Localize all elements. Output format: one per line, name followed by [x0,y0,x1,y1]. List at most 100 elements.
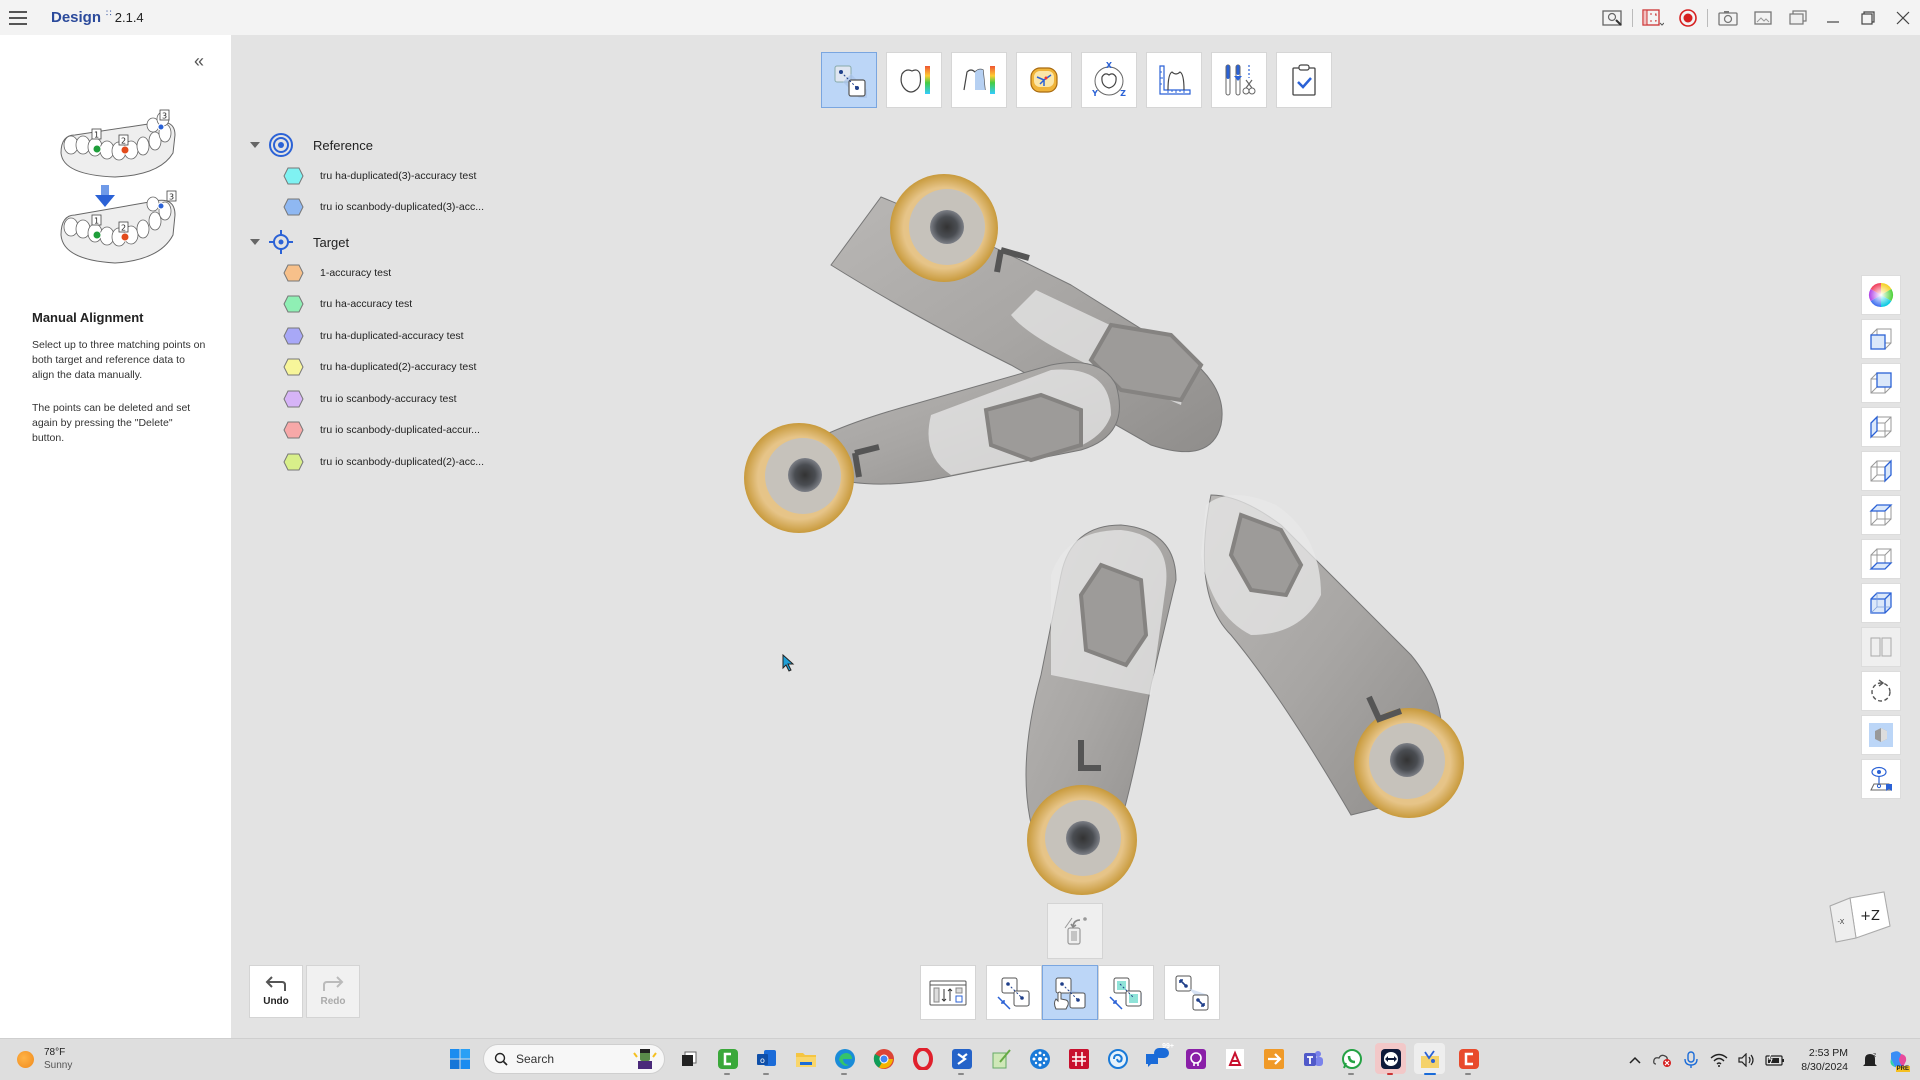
delete-trash-icon [1064,917,1087,945]
close-icon[interactable] [1885,0,1920,35]
restore-icon[interactable] [1850,0,1885,35]
notifications-bell-icon[interactable]: z [1858,1048,1882,1072]
taskbar-app-power-automate[interactable] [946,1043,977,1075]
right-view-button[interactable] [1861,451,1901,491]
taskbar-app-network[interactable] [1024,1043,1055,1074]
deviation-map-tool-button[interactable] [886,52,942,108]
color-wheel-button[interactable] [1861,275,1901,315]
taskbar-app-chrome[interactable] [868,1043,899,1074]
minimize-icon[interactable] [1815,0,1850,35]
taskbar-app-swirl[interactable] [1102,1043,1133,1074]
taskbar-app-opera[interactable] [907,1043,938,1074]
point-align-compress-button[interactable] [986,965,1042,1020]
onedrive-error-icon[interactable] [1651,1048,1675,1072]
data-list-item[interactable]: tru io scanbody-duplicated-accur... [250,415,550,447]
clock-time: 2:53 PM [1808,1047,1848,1059]
report-tool-button[interactable] [1276,52,1332,108]
target-group-header[interactable]: Target [250,227,550,257]
hamburger-menu-icon[interactable] [9,10,27,25]
taskbar-app-messaging[interactable]: 99+ [1141,1043,1174,1074]
data-list-item[interactable]: tru io scanbody-accuracy test [250,383,550,415]
taskbar-app-red-c[interactable] [1453,1043,1484,1075]
nav-cube-side-label: -X [1838,918,1845,926]
expand-triangle-icon[interactable] [250,142,260,148]
screen-capture-region-icon[interactable] [1635,0,1670,35]
data-list-item[interactable]: tru ha-accuracy test [250,289,550,321]
feedback-icon[interactable] [1595,0,1630,35]
taskbar-app-outlook[interactable]: o [751,1043,782,1075]
volume-icon[interactable] [1735,1048,1759,1072]
measurement-ruler-icon [1159,65,1191,95]
taskbar-app-camtasia[interactable] [712,1043,743,1075]
scan-body-2[interactable] [744,362,1120,534]
iso-view-button[interactable] [1861,583,1901,623]
navigation-cube[interactable]: +Z -X [1824,888,1894,948]
taskbar-app-teams[interactable] [1297,1043,1328,1074]
split-view-button[interactable] [1861,627,1901,667]
point-align-manual-button[interactable] [1042,965,1098,1020]
front-view-button[interactable] [1861,319,1901,359]
data-list-item[interactable]: tru ha-duplicated(3)-accuracy test [250,160,550,192]
solid-view-button[interactable] [1861,715,1901,755]
start-button[interactable] [444,1043,475,1074]
point-align-expand-button[interactable] [1164,965,1220,1020]
occlusion-map-tool-button[interactable] [1016,52,1072,108]
top-view-button[interactable] [1861,495,1901,535]
taskbar-app-whatsapp[interactable] [1336,1043,1367,1075]
area-align-button[interactable] [1098,965,1154,1020]
data-list-item[interactable]: tru ha-duplicated-accuracy test [250,320,550,352]
redo-button[interactable]: Redo [306,965,360,1018]
reset-rotation-button[interactable] [1861,671,1901,711]
trim-tools-button[interactable] [1211,52,1267,108]
cross-section-tool-button[interactable] [951,52,1007,108]
reference-group-header[interactable]: Reference [250,130,550,160]
gallery-icon[interactable] [1780,0,1815,35]
bottom-view-button[interactable] [1861,539,1901,579]
record-icon[interactable] [1670,0,1705,35]
taskbar-app-teamviewer[interactable] [1375,1043,1406,1075]
measurement-tool-button[interactable] [1146,52,1202,108]
data-list-item[interactable]: tru ha-duplicated(2)-accuracy test [250,352,550,384]
wifi-icon[interactable] [1707,1048,1731,1072]
taskbar-app-design[interactable] [1414,1043,1445,1075]
data-list-item[interactable]: 1-accuracy test [250,257,550,289]
taskbar-app-acrobat[interactable] [1219,1043,1250,1074]
weather-widget[interactable]: 78°F Sunny [17,1046,72,1072]
copilot-icon[interactable]: PRE [1886,1048,1910,1072]
taskbar-app-edge[interactable] [829,1043,860,1075]
screenshot-icon[interactable] [1745,0,1780,35]
data-layout-button[interactable] [920,965,976,1020]
scan-body-3[interactable] [1025,524,1177,895]
undo-button[interactable]: Undo [249,965,303,1018]
undo-arrow-icon [265,976,286,991]
taskbar-search-input[interactable]: Search [483,1043,665,1074]
task-view-button[interactable] [673,1043,704,1074]
cube-right-view-icon [1870,459,1892,483]
taskbar-app-notepad-plus[interactable] [985,1043,1016,1074]
show-hidden-icons-chevron-icon[interactable] [1623,1048,1647,1072]
taskbar-app-purple[interactable] [1180,1043,1211,1074]
microphone-icon[interactable] [1679,1048,1703,1072]
taskbar-app-forward[interactable] [1258,1043,1289,1074]
xyz-rotation-tool-button[interactable]: X Y Z [1081,52,1137,108]
data-tree: Reference tru ha-duplicated(3)-accuracy … [250,130,550,478]
view-bookmark-button[interactable] [1861,759,1901,799]
system-clock[interactable]: 2:53 PM 8/30/2024 [1801,1046,1848,1074]
alignment-tool-button[interactable] [821,52,877,108]
camera-icon[interactable] [1710,0,1745,35]
separator [1707,8,1708,27]
expand-triangle-icon[interactable] [250,239,260,245]
back-view-button[interactable] [1861,363,1901,403]
scan-body-4[interactable] [1201,494,1464,818]
data-list-item[interactable]: tru io scanbody-duplicated(3)-acc... [250,192,550,224]
windows-logo-icon [449,1048,470,1069]
left-view-button[interactable] [1861,407,1901,447]
taskbar-app-file-explorer[interactable] [790,1043,821,1074]
teamviewer-icon [1380,1048,1401,1069]
taskbar-app-red-grid[interactable] [1063,1043,1094,1074]
collapse-panel-button[interactable]: « [194,51,204,72]
battery-icon[interactable] [1763,1048,1787,1072]
delete-points-button[interactable] [1047,903,1103,959]
clipboard-check-icon [1292,64,1316,96]
data-list-item[interactable]: tru io scanbody-duplicated(2)-acc... [250,446,550,478]
